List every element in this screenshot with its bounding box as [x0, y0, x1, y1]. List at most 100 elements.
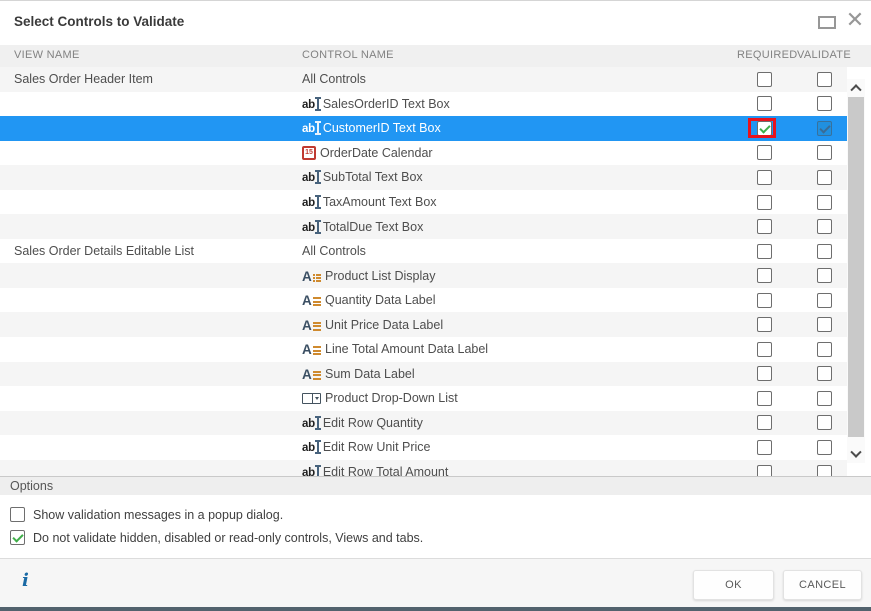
table-row[interactable]: AQuantity Data Label [0, 288, 847, 313]
table-row[interactable]: AUnit Price Data Label [0, 312, 847, 337]
maximize-button[interactable] [818, 15, 838, 29]
control-name-label: Edit Row Total Amount [323, 465, 449, 476]
textbox-icon: ab [302, 465, 319, 476]
control-name-label: TaxAmount Text Box [323, 195, 437, 209]
control-name-label: SubTotal Text Box [323, 170, 423, 184]
control-name-cell: 15OrderDate Calendar [302, 141, 433, 166]
required-checkbox[interactable] [757, 415, 772, 430]
required-checkbox[interactable] [757, 96, 772, 111]
table-row[interactable]: abTotalDue Text Box [0, 214, 847, 239]
required-checkbox[interactable] [757, 391, 772, 406]
data-label-icon: A [302, 367, 321, 381]
option-do-not-validate-hidden[interactable]: Do not validate hidden, disabled or read… [10, 530, 423, 545]
validate-checkbox[interactable] [817, 342, 832, 357]
control-name-cell: Product Drop-Down List [302, 386, 458, 411]
data-label-icon: A [302, 342, 321, 356]
table-row[interactable]: abEdit Row Quantity [0, 411, 847, 436]
scrollbar-up-button[interactable] [847, 79, 865, 95]
option-label: Show validation messages in a popup dial… [33, 508, 283, 522]
validate-checkbox[interactable] [817, 219, 832, 234]
required-checkbox[interactable] [757, 465, 772, 476]
required-checkbox[interactable] [757, 268, 772, 283]
control-name-cell: AQuantity Data Label [302, 288, 436, 313]
table-row[interactable]: abCustomerID Text Box [0, 116, 847, 141]
control-name-label: Sum Data Label [325, 367, 415, 381]
required-checkbox[interactable] [757, 244, 772, 259]
control-name-cell: A Sum Data Label [302, 362, 415, 387]
dialog-titlebar: Select Controls to Validate ✕ [0, 1, 871, 45]
validate-checkbox[interactable] [817, 244, 832, 259]
required-checkbox[interactable] [757, 145, 772, 160]
required-checkbox[interactable] [757, 317, 772, 332]
table-row[interactable]: abEdit Row Unit Price [0, 435, 847, 460]
validate-checkbox[interactable] [817, 465, 832, 476]
drop-down-icon [302, 393, 321, 404]
maximize-icon [818, 16, 836, 29]
calendar-icon: 15 [302, 146, 316, 160]
control-name-label: TotalDue Text Box [323, 220, 424, 234]
show-validation-messages-checkbox[interactable] [10, 507, 25, 522]
control-name-cell: abSalesOrderID Text Box [302, 92, 450, 117]
required-checkbox[interactable] [757, 170, 772, 185]
validate-checkbox[interactable] [817, 415, 832, 430]
validate-checkbox[interactable] [817, 293, 832, 308]
options-section-header: Options [0, 477, 871, 495]
table-row[interactable]: ab Edit Row Total Amount [0, 460, 847, 476]
table-row[interactable]: abTaxAmount Text Box [0, 190, 847, 215]
column-header-view-name: VIEW NAME [14, 49, 80, 61]
close-icon: ✕ [846, 7, 864, 32]
required-checkbox[interactable] [757, 72, 772, 87]
required-checkbox[interactable] [757, 366, 772, 381]
control-name-cell: abEdit Row Quantity [302, 411, 423, 436]
control-name-label: All Controls [302, 72, 366, 86]
select-controls-dialog: Select Controls to Validate ✕ VIEW NAME … [0, 0, 871, 611]
validate-checkbox[interactable] [817, 195, 832, 210]
table-row[interactable]: 15OrderDate Calendar [0, 141, 847, 166]
validate-checkbox[interactable] [817, 145, 832, 160]
validate-checkbox[interactable] [817, 391, 832, 406]
data-label-icon: A [302, 293, 321, 307]
control-name-label: Product Drop-Down List [325, 391, 458, 405]
validate-checkbox[interactable] [817, 170, 832, 185]
required-checkbox[interactable] [757, 219, 772, 234]
chevron-down-icon [850, 447, 861, 458]
control-name-cell: AUnit Price Data Label [302, 312, 443, 337]
validate-checkbox[interactable] [817, 317, 832, 332]
control-name-cell: A Line Total Amount Data Label [302, 337, 488, 362]
validate-checkbox[interactable] [817, 121, 832, 136]
option-show-validation-messages[interactable]: Show validation messages in a popup dial… [10, 507, 283, 522]
scrollbar-thumb[interactable] [848, 97, 864, 437]
close-button[interactable]: ✕ [842, 5, 868, 35]
column-header-validate: VALIDATE [797, 49, 851, 61]
validate-checkbox[interactable] [817, 366, 832, 381]
cancel-button[interactable]: CANCEL [783, 570, 862, 600]
do-not-validate-hidden-checkbox[interactable] [10, 530, 25, 545]
table-row[interactable]: abSalesOrderID Text Box [0, 92, 847, 117]
required-checkbox[interactable] [757, 440, 772, 455]
control-name-cell: abTotalDue Text Box [302, 214, 423, 239]
table-row[interactable]: AProduct List Display [0, 263, 847, 288]
control-name-label: Unit Price Data Label [325, 318, 443, 332]
table-row[interactable]: Product Drop-Down List [0, 386, 847, 411]
info-icon[interactable]: i [22, 570, 29, 591]
vertical-scrollbar[interactable] [847, 79, 865, 463]
scrollbar-down-button[interactable] [847, 447, 865, 463]
table-row[interactable]: abSubTotal Text Box [0, 165, 847, 190]
table-row[interactable]: Sales Order Details Editable ListAll Con… [0, 239, 847, 264]
validate-checkbox[interactable] [817, 96, 832, 111]
textbox-icon: ab [302, 97, 319, 111]
ok-button[interactable]: OK [693, 570, 774, 600]
required-checkbox-highlight [748, 118, 776, 138]
validate-checkbox[interactable] [817, 268, 832, 283]
required-checkbox[interactable] [757, 195, 772, 210]
validate-checkbox[interactable] [817, 440, 832, 455]
control-name-label: Line Total Amount Data Label [325, 342, 488, 356]
table-row[interactable]: A Line Total Amount Data Label [0, 337, 847, 362]
control-name-cell: All Controls [302, 67, 366, 92]
table-row[interactable]: A Sum Data Label [0, 362, 847, 387]
required-checkbox[interactable] [757, 293, 772, 308]
table-row[interactable]: Sales Order Header ItemAll Controls [0, 67, 847, 92]
control-name-cell: abEdit Row Unit Price [302, 435, 431, 460]
validate-checkbox[interactable] [817, 72, 832, 87]
required-checkbox[interactable] [757, 342, 772, 357]
